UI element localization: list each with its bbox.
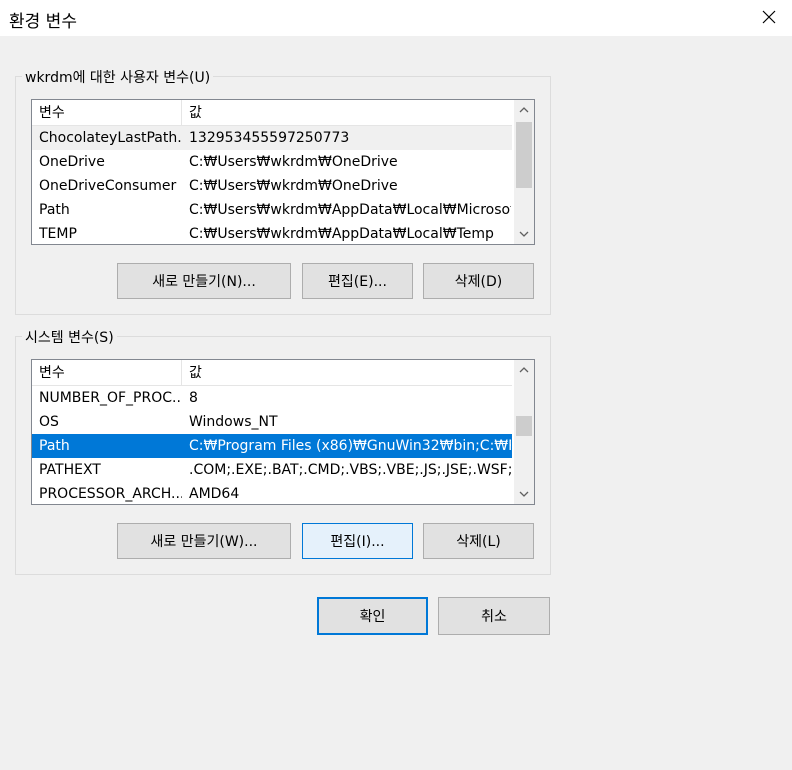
new-user-variable-button[interactable]: 새로 만들기(N)...	[117, 263, 291, 299]
row-name: ChocolateyLastPath...	[39, 130, 182, 146]
cancel-button[interactable]: 취소	[438, 597, 550, 635]
row-value: 8	[189, 390, 198, 406]
edit-user-variable-button[interactable]: 편집(E)...	[302, 263, 413, 299]
column-header-value[interactable]: 값	[182, 100, 512, 125]
row-name: PATHEXT	[39, 462, 101, 478]
list-row[interactable]: OneDriveConsumer C:₩Users₩wkrdm₩OneDrive	[32, 174, 512, 198]
row-name: OS	[39, 414, 59, 430]
scroll-thumb[interactable]	[516, 122, 532, 188]
row-value: C:₩Users₩wkrdm₩OneDrive	[189, 178, 398, 194]
vertical-scrollbar[interactable]	[514, 360, 534, 504]
user-variables-group: wkrdm에 대한 사용자 변수(U) 변수 값 ChocolateyLastP…	[15, 67, 551, 315]
chevron-up-icon	[519, 107, 529, 113]
list-row[interactable]: NUMBER_OF_PROC... 8	[32, 386, 512, 410]
row-name: Path	[39, 438, 70, 454]
list-row[interactable]: OneDrive C:₩Users₩wkrdm₩OneDrive	[32, 150, 512, 174]
row-value: C:₩Users₩wkrdm₩AppData₩Local₩Temp	[189, 226, 494, 242]
row-name: PROCESSOR_ARCH...	[39, 486, 182, 502]
list-header: 변수 값	[32, 360, 512, 386]
list-row-selected[interactable]: Path C:₩Program Files (x86)₩GnuWin32₩bin…	[32, 434, 512, 458]
list-row[interactable]: OS Windows_NT	[32, 410, 512, 434]
row-name: NUMBER_OF_PROC...	[39, 390, 182, 406]
list-row[interactable]: PATHEXT .COM;.EXE;.BAT;.CMD;.VBS;.VBE;.J…	[32, 458, 512, 482]
row-value: 132953455597250773	[189, 130, 350, 146]
list-header: 변수 값	[32, 100, 512, 126]
system-variables-label: 시스템 변수(S)	[22, 327, 117, 347]
close-icon	[762, 10, 776, 24]
scroll-down-button[interactable]	[514, 224, 534, 244]
system-variables-list[interactable]: 변수 값 NUMBER_OF_PROC... 8 OS Windows_NT P…	[31, 359, 535, 505]
new-system-variable-button[interactable]: 새로 만들기(W)...	[117, 523, 291, 559]
delete-system-variable-button[interactable]: 삭제(L)	[423, 523, 534, 559]
chevron-down-icon	[519, 231, 529, 237]
row-name: Path	[39, 202, 70, 218]
close-button[interactable]	[746, 0, 792, 34]
row-value: C:₩Users₩wkrdm₩OneDrive	[189, 154, 398, 170]
row-value: .COM;.EXE;.BAT;.CMD;.VBS;.VBE;.JS;.JSE;.…	[189, 462, 511, 478]
row-name: OneDrive	[39, 154, 105, 170]
row-value: C:₩Program Files (x86)₩GnuWin32₩bin;C:₩P…	[189, 438, 511, 454]
column-header-name[interactable]: 변수	[32, 360, 182, 385]
scroll-up-button[interactable]	[514, 100, 534, 120]
scroll-down-button[interactable]	[514, 484, 534, 504]
column-header-name[interactable]: 변수	[32, 100, 182, 125]
chevron-down-icon	[519, 491, 529, 497]
delete-user-variable-button[interactable]: 삭제(D)	[423, 263, 534, 299]
list-row[interactable]: Path C:₩Users₩wkrdm₩AppData₩Local₩Micros…	[32, 198, 512, 222]
title-bar: 환경 변수	[0, 0, 792, 36]
user-variables-label: wkrdm에 대한 사용자 변수(U)	[22, 67, 214, 87]
edit-system-variable-button[interactable]: 편집(I)...	[302, 523, 413, 559]
list-row[interactable]: ChocolateyLastPath... 132953455597250773	[32, 126, 512, 150]
window-title: 환경 변수	[9, 12, 77, 32]
scroll-up-button[interactable]	[514, 360, 534, 380]
vertical-scrollbar[interactable]	[514, 100, 534, 244]
scroll-thumb[interactable]	[516, 416, 532, 436]
chevron-up-icon	[519, 367, 529, 373]
list-row[interactable]: PROCESSOR_ARCH... AMD64	[32, 482, 512, 504]
row-value: Windows_NT	[189, 414, 278, 430]
list-row[interactable]: TEMP C:₩Users₩wkrdm₩AppData₩Local₩Temp	[32, 222, 512, 244]
row-name: TEMP	[39, 226, 77, 242]
system-variables-group: 시스템 변수(S) 변수 값 NUMBER_OF_PROC... 8 OS Wi…	[15, 327, 551, 575]
row-value: C:₩Users₩wkrdm₩AppData₩Local₩Microsof...	[189, 202, 511, 218]
row-value: AMD64	[189, 486, 240, 502]
row-name: OneDriveConsumer	[39, 178, 177, 194]
user-variables-list[interactable]: 변수 값 ChocolateyLastPath... 1329534555972…	[31, 99, 535, 245]
ok-button[interactable]: 확인	[317, 597, 428, 635]
column-header-value[interactable]: 값	[182, 360, 512, 385]
